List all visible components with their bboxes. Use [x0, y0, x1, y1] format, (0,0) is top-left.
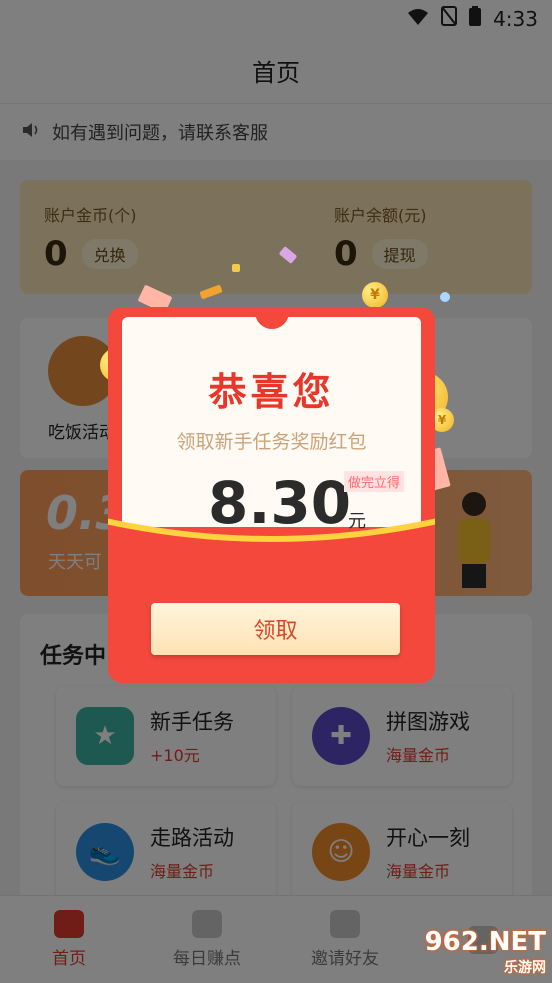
watermark-line1: 962.NET: [424, 927, 546, 957]
popup-title: 恭喜您: [208, 370, 335, 414]
popup-tag: 做完立得: [344, 471, 405, 492]
confetti-piece: [440, 292, 450, 302]
site-watermark: 962.NET 乐游网: [425, 927, 546, 977]
claim-button[interactable]: 领取: [151, 603, 400, 655]
popup-subtitle: 领取新手任务奖励红包: [176, 431, 367, 453]
popup-wave: [108, 518, 435, 575]
red-packet-popup: 恭喜您 领取新手任务奖励红包 8.30 做完立得 元 领取: [108, 307, 435, 683]
confetti-piece: [232, 264, 240, 272]
coin-icon: ¥: [362, 282, 388, 308]
watermark-line2: 乐游网: [504, 960, 546, 976]
